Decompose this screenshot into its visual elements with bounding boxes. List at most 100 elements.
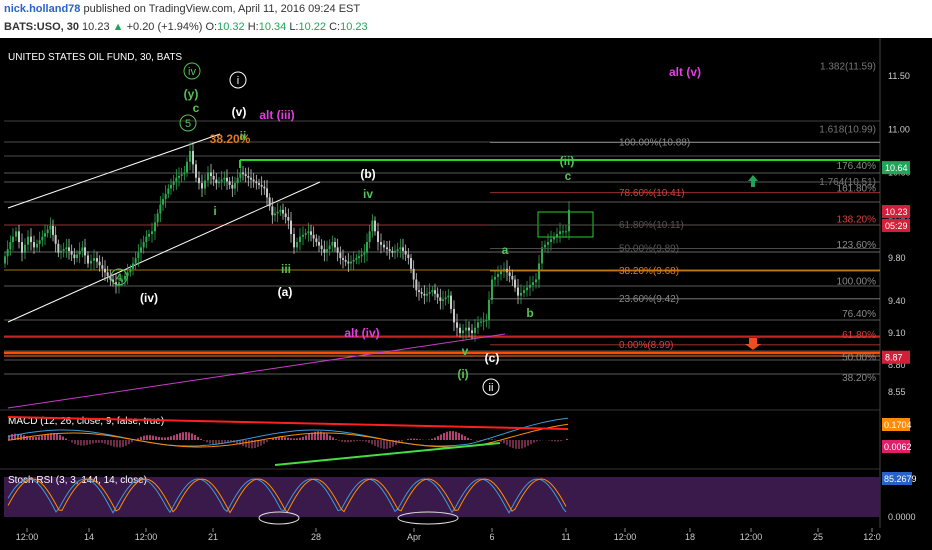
fib-label: 61.80%(10.11) <box>619 220 684 231</box>
candle-body <box>334 242 336 248</box>
candle-body <box>175 177 178 182</box>
candle-body <box>54 234 57 244</box>
x-tick-label: 25 <box>813 532 823 542</box>
author-link[interactable]: nick.holland78 <box>4 3 80 15</box>
candle-body <box>450 295 452 309</box>
macd-histogram-bar <box>188 432 190 440</box>
x-tick-label: 14 <box>84 532 94 542</box>
candle-body <box>148 234 150 237</box>
chart-title: UNITED STATES OIL FUND, 30, BATS <box>8 52 182 63</box>
macd-histogram-bar <box>509 440 511 447</box>
candle-body <box>350 261 352 264</box>
candle-body <box>81 247 84 251</box>
change-value: +0.20 (+1.94%) <box>126 21 203 33</box>
macd-histogram-bar <box>431 438 433 440</box>
macd-histogram-bar <box>557 440 559 442</box>
candle-body <box>428 292 431 294</box>
right-fib-label: 38.20% <box>842 373 876 384</box>
candle-body <box>279 209 282 212</box>
x-tick-label: 11 <box>561 532 570 542</box>
macd-histogram-bar <box>374 440 376 446</box>
candle-body <box>318 242 320 246</box>
low-value: 10.22 <box>298 21 327 33</box>
candle-body <box>299 236 301 243</box>
candle-body <box>212 175 215 180</box>
candle-body <box>320 245 323 250</box>
macd-histogram-bar <box>44 434 46 440</box>
wave-label: (ii) <box>560 154 575 168</box>
wave-label: (b) <box>360 167 375 181</box>
y-tick-label: 9.40 <box>888 296 906 306</box>
candle-body <box>396 249 399 251</box>
x-tick-label: 18 <box>685 532 695 542</box>
candle-body <box>423 293 426 296</box>
candle-body <box>523 290 525 293</box>
right-fib-label: 100.00% <box>837 277 877 288</box>
candle-body <box>44 233 46 237</box>
candle-body <box>485 320 488 322</box>
macd-histogram-bar <box>524 440 526 448</box>
wave-label: ii <box>240 129 247 143</box>
candle-body <box>4 256 6 264</box>
macd-histogram-bar <box>125 440 127 446</box>
candle-body <box>38 240 41 244</box>
publish-line: nick.holland78 published on TradingView.… <box>4 3 360 15</box>
macd-histogram-bar <box>530 440 532 445</box>
candle-body <box>436 293 439 298</box>
macd-histogram-bar <box>197 436 199 440</box>
macd-histogram-bar <box>179 432 181 440</box>
wave-label: ii <box>489 382 494 394</box>
candle-body <box>453 308 455 323</box>
candle-body <box>271 206 274 216</box>
x-tick-label: 12:00 <box>16 532 39 542</box>
chart-area[interactable]: UNITED STATES OIL FUND, 30, BATS 11.50 11.… <box>0 38 932 550</box>
macd-histogram-bar <box>347 440 349 443</box>
candle-body <box>562 231 564 233</box>
candle-body <box>242 172 244 175</box>
stoch-rsi-pane[interactable]: Stoch RSI (3, 3, 144, 14, close) 85.2679 0… <box>4 472 917 525</box>
wave-label: 5 <box>185 118 191 130</box>
candle-body <box>266 188 268 198</box>
candle-body <box>568 209 570 232</box>
macd-histogram-bar <box>266 440 268 442</box>
macd-histogram-bar <box>455 431 457 440</box>
candle-body <box>62 249 65 251</box>
candle-body <box>344 259 347 262</box>
candle-body <box>236 177 239 184</box>
wave-label: (i) <box>457 367 468 381</box>
candle-body <box>459 327 461 334</box>
macd-histogram-bar <box>164 437 166 440</box>
candle-body <box>137 252 140 259</box>
macd-histogram-bar <box>65 438 67 440</box>
candle-body <box>76 254 78 259</box>
macd-histogram-bar <box>260 440 262 446</box>
macd-histogram-bar <box>302 436 304 440</box>
candle-body <box>302 234 304 237</box>
candle-body <box>106 272 109 276</box>
wave-label: v <box>462 344 469 358</box>
candle-body <box>33 242 35 248</box>
candle-body <box>134 258 137 264</box>
candle-body <box>215 179 218 184</box>
candle-body <box>84 247 86 256</box>
macd-histogram-bar <box>533 440 535 443</box>
macd-histogram-bar <box>452 431 454 440</box>
candle-body <box>159 204 162 214</box>
candle-body <box>189 150 191 162</box>
candle-body <box>371 220 374 232</box>
macd-histogram-bar <box>68 440 70 441</box>
candle-body <box>104 268 106 273</box>
wave-label: (a) <box>278 285 293 299</box>
candle-body <box>21 242 23 253</box>
wave-label: (iv) <box>140 291 158 305</box>
wave-label: iv <box>188 66 196 78</box>
right-fib-label: 50.00% <box>842 353 876 364</box>
candle-body <box>27 236 29 245</box>
right-fib-label: 161.80% <box>837 183 877 194</box>
macd-histogram-bar <box>338 440 340 441</box>
y-tick-label: 11.00 <box>888 125 910 135</box>
x-tick-label: 12:00 <box>614 532 637 542</box>
macd-histogram-bar <box>350 440 352 442</box>
macd-histogram-bar <box>284 437 286 440</box>
candle-body <box>444 297 447 300</box>
